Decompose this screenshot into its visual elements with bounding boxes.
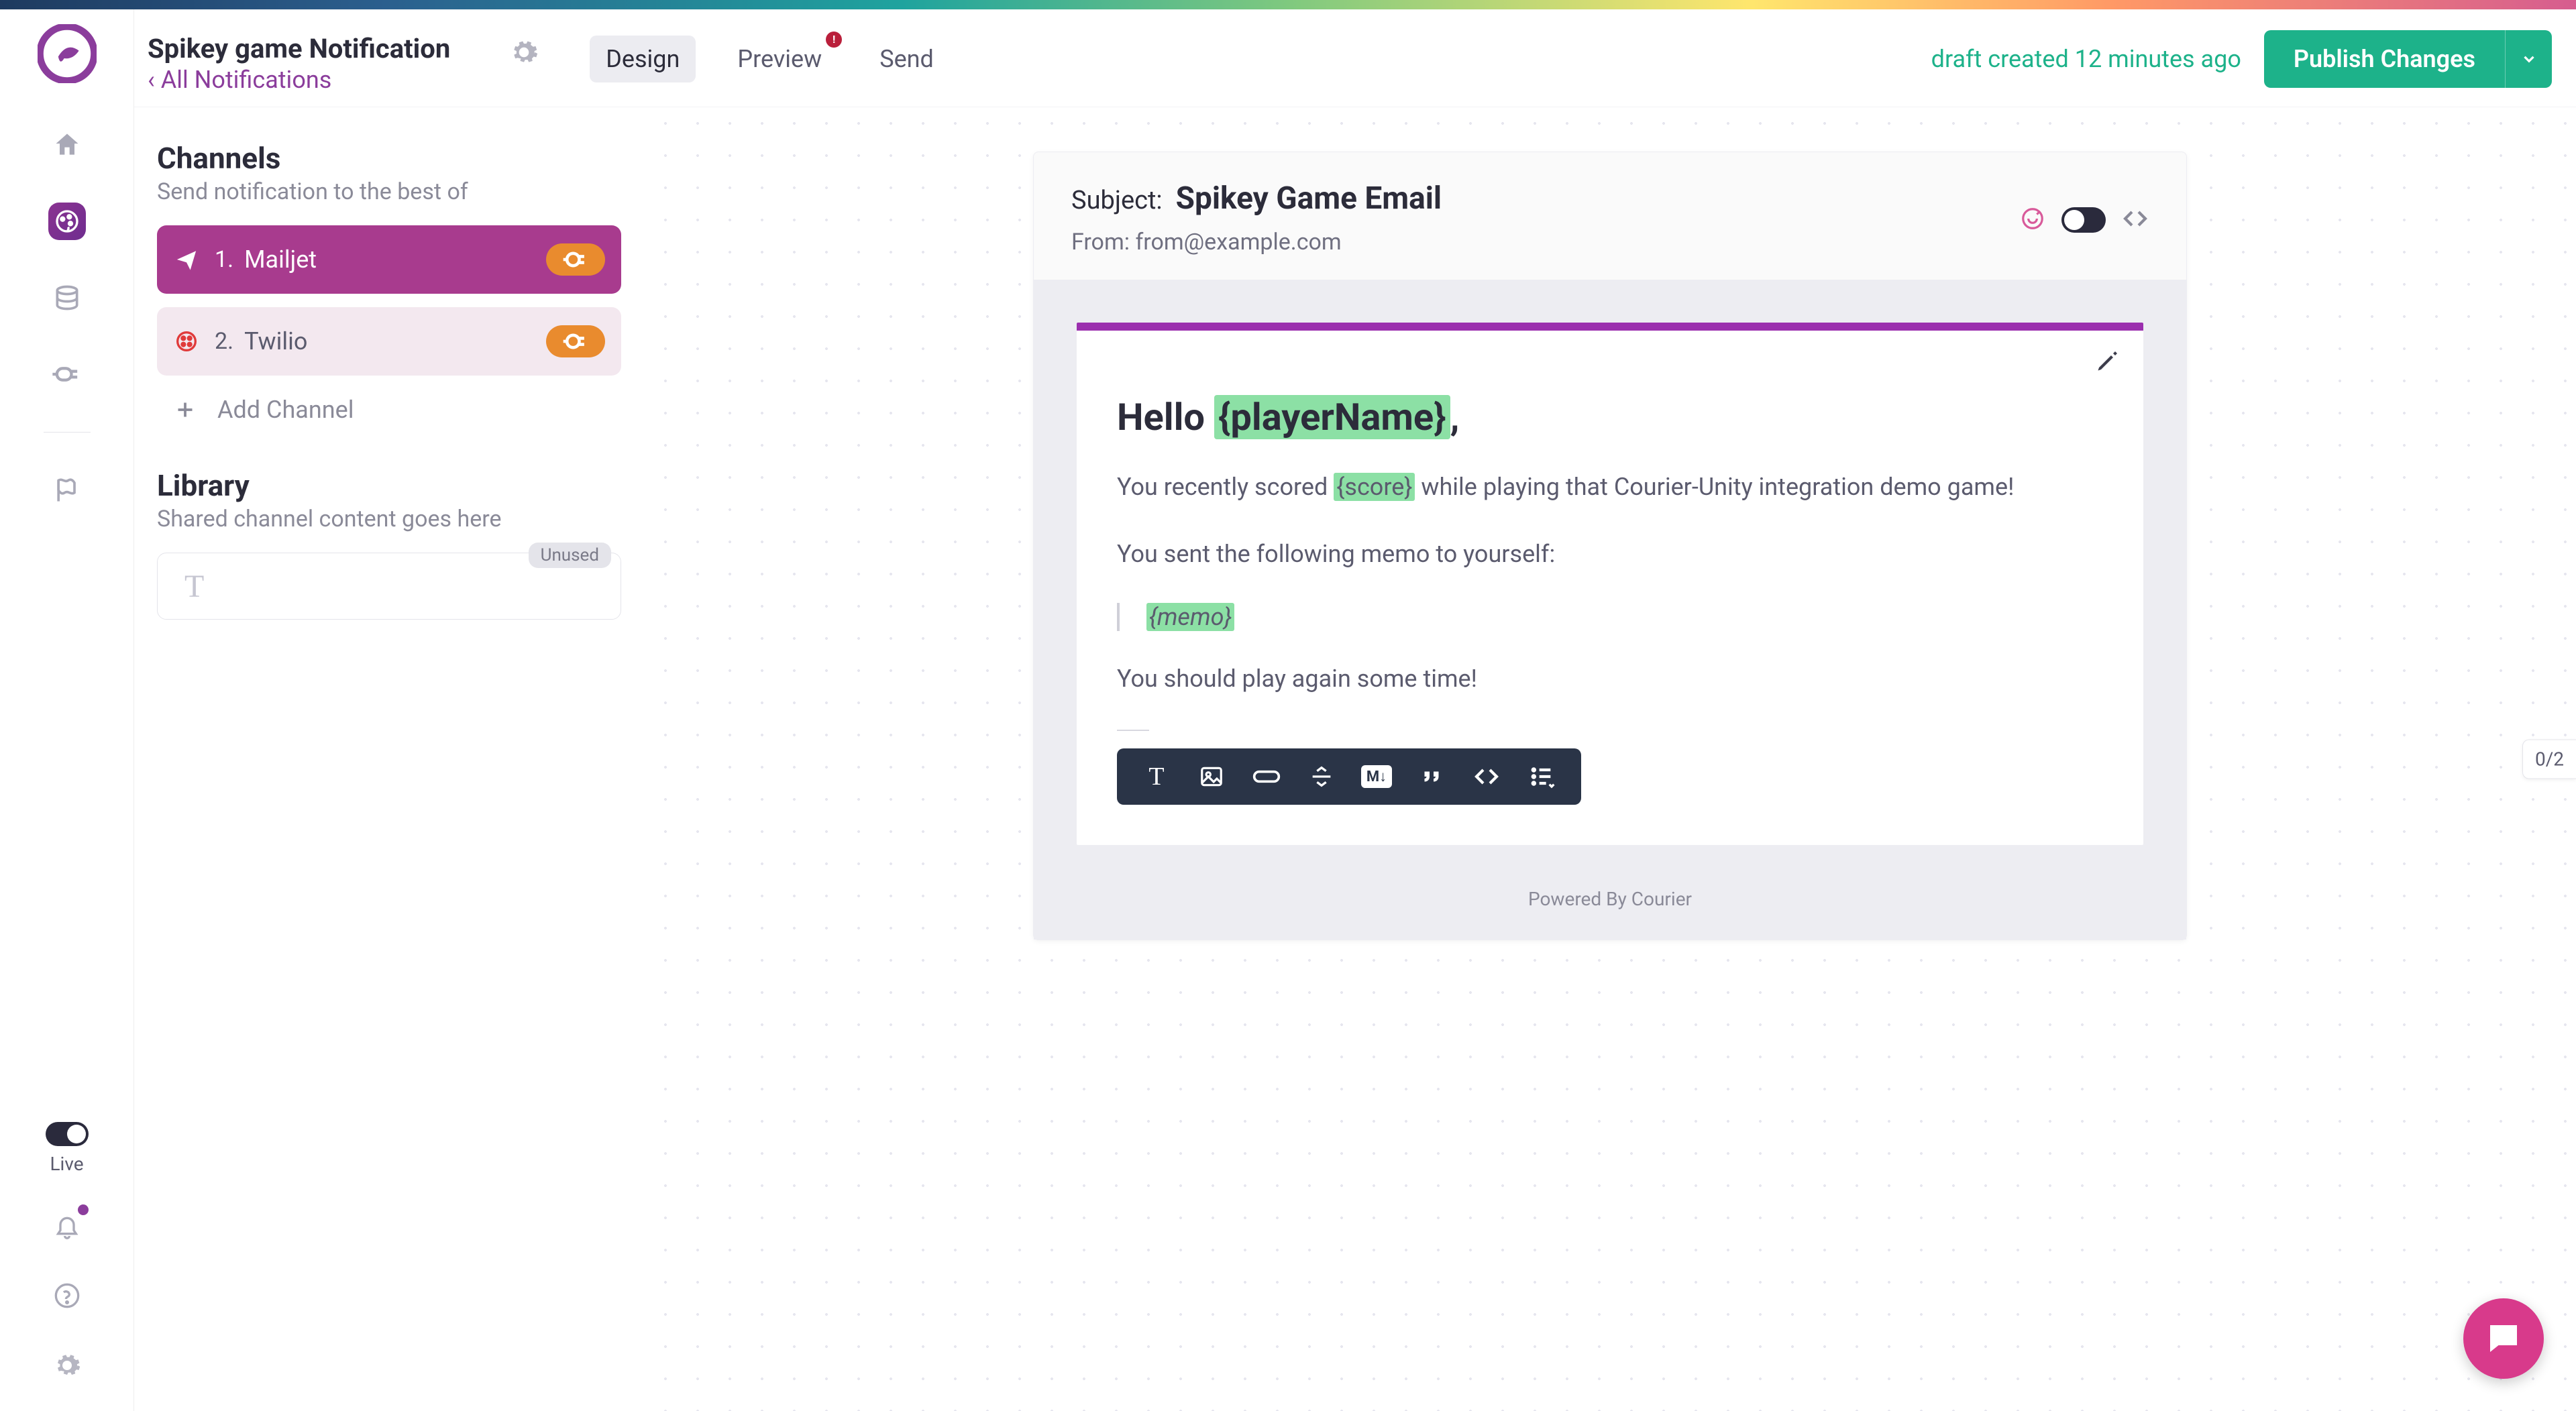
edit-pencil-icon[interactable] <box>2095 349 2119 376</box>
channel-item-mailjet[interactable]: 1. Mailjet <box>157 225 621 294</box>
tab-preview-label: Preview <box>737 45 822 73</box>
subject-label: Subject: <box>1071 186 1163 215</box>
tab-preview[interactable]: Preview ! <box>721 36 838 82</box>
insert-divider-icon[interactable] <box>1295 758 1348 795</box>
from-value[interactable]: from@example.com <box>1135 229 1341 256</box>
email-body-editor[interactable]: Hello {playerName}, You recently scored … <box>1077 323 2143 845</box>
channel-number: 1. <box>215 246 233 273</box>
plus-icon <box>173 398 197 422</box>
send-icon <box>173 248 200 271</box>
side-nav: Live <box>0 0 134 1411</box>
checklist-counter[interactable]: 0/2 <box>2522 740 2576 779</box>
library-subheading: Shared channel content goes here <box>157 506 621 532</box>
view-mode-toggle[interactable] <box>2061 207 2106 233</box>
greeting-prefix: Hello <box>1117 395 1214 439</box>
insert-quote-icon[interactable] <box>1405 758 1458 795</box>
insert-list-icon[interactable] <box>1515 758 1568 795</box>
channels-heading: Channels <box>157 141 621 176</box>
tab-design[interactable]: Design <box>590 36 696 82</box>
nav-notifications-icon[interactable] <box>48 1207 86 1245</box>
text-block-icon: T <box>184 568 204 605</box>
block-insert-toolbar: T M↓ <box>1117 748 1581 805</box>
nav-home-icon[interactable] <box>48 126 86 164</box>
library-heading: Library <box>157 468 621 503</box>
notification-dot <box>78 1204 89 1215</box>
insert-button-icon[interactable] <box>1240 758 1293 795</box>
preview-alert-badge: ! <box>826 32 842 48</box>
publish-dropdown-button[interactable] <box>2505 30 2552 88</box>
paragraph-1[interactable]: You recently scored {score} while playin… <box>1117 469 2103 506</box>
para1-text-a: You recently scored <box>1117 473 1334 501</box>
insert-text-icon[interactable]: T <box>1130 758 1183 795</box>
left-panel: Channels Send notification to the best o… <box>134 107 644 1411</box>
back-to-all-link[interactable]: ‹ All Notifications <box>148 66 450 94</box>
code-view-icon[interactable] <box>2122 205 2149 235</box>
nav-help-icon[interactable] <box>48 1277 86 1314</box>
email-preview-card: Subject: Spikey Game Email From: from@ex… <box>1033 152 2187 940</box>
twilio-icon <box>173 331 200 352</box>
draft-status-text: draft created 12 minutes ago <box>1931 45 2241 73</box>
subject-value[interactable]: Spikey Game Email <box>1176 180 1442 217</box>
memo-quote[interactable]: {memo} <box>1117 603 2103 631</box>
channel-provider-pill[interactable] <box>546 243 605 276</box>
channels-subheading: Send notification to the best of <box>157 178 621 205</box>
paragraph-2[interactable]: You sent the following memo to yourself: <box>1117 536 2103 573</box>
variable-playername[interactable]: {playerName} <box>1214 395 1450 439</box>
library-block[interactable]: Unused T <box>157 553 621 620</box>
insert-markdown-icon[interactable]: M↓ <box>1350 758 1403 795</box>
channel-provider-pill[interactable] <box>546 325 605 357</box>
insert-code-icon[interactable] <box>1460 758 1513 795</box>
channel-label: Mailjet <box>244 245 546 274</box>
add-channel-button[interactable]: Add Channel <box>157 389 621 431</box>
nav-flag-icon[interactable] <box>48 471 86 509</box>
nav-data-icon[interactable] <box>48 279 86 317</box>
brand-icon[interactable] <box>2020 206 2045 234</box>
channel-number: 2. <box>215 328 233 355</box>
notification-title: Spikey game Notification <box>148 33 450 64</box>
nav-separator <box>44 432 91 433</box>
channel-item-twilio[interactable]: 2. Twilio <box>157 307 621 376</box>
insert-image-icon[interactable] <box>1185 758 1238 795</box>
intercom-chat-button[interactable] <box>2463 1298 2544 1379</box>
library-unused-chip: Unused <box>529 543 611 568</box>
environment-toggle[interactable] <box>46 1122 89 1146</box>
add-channel-label: Add Channel <box>217 396 354 424</box>
powered-by-text: Powered By Courier <box>1034 888 2186 940</box>
paragraph-3[interactable]: You should play again some time! <box>1117 661 2103 698</box>
greeting-line[interactable]: Hello {playerName}, <box>1117 395 2103 439</box>
notification-settings-icon[interactable] <box>509 38 539 70</box>
rainbow-accent-bar <box>0 0 2576 9</box>
variable-score[interactable]: {score} <box>1334 473 1415 501</box>
variable-memo[interactable]: {memo} <box>1146 603 1234 631</box>
courier-logo[interactable] <box>38 24 97 83</box>
nav-designer-icon[interactable] <box>48 203 86 240</box>
greeting-suffix: , <box>1450 395 1460 439</box>
nav-settings-icon[interactable] <box>48 1347 86 1384</box>
channel-label: Twilio <box>244 327 546 355</box>
nav-integrations-icon[interactable] <box>48 355 86 393</box>
top-bar: Spikey game Notification ‹ All Notificat… <box>134 0 2576 107</box>
environment-label: Live <box>50 1153 83 1175</box>
divider-short <box>1117 730 1149 731</box>
from-label: From: <box>1071 229 1130 256</box>
para1-text-b: while playing that Courier-Unity integra… <box>1415 473 2014 501</box>
tab-send[interactable]: Send <box>863 36 950 82</box>
publish-button[interactable]: Publish Changes <box>2264 30 2505 88</box>
